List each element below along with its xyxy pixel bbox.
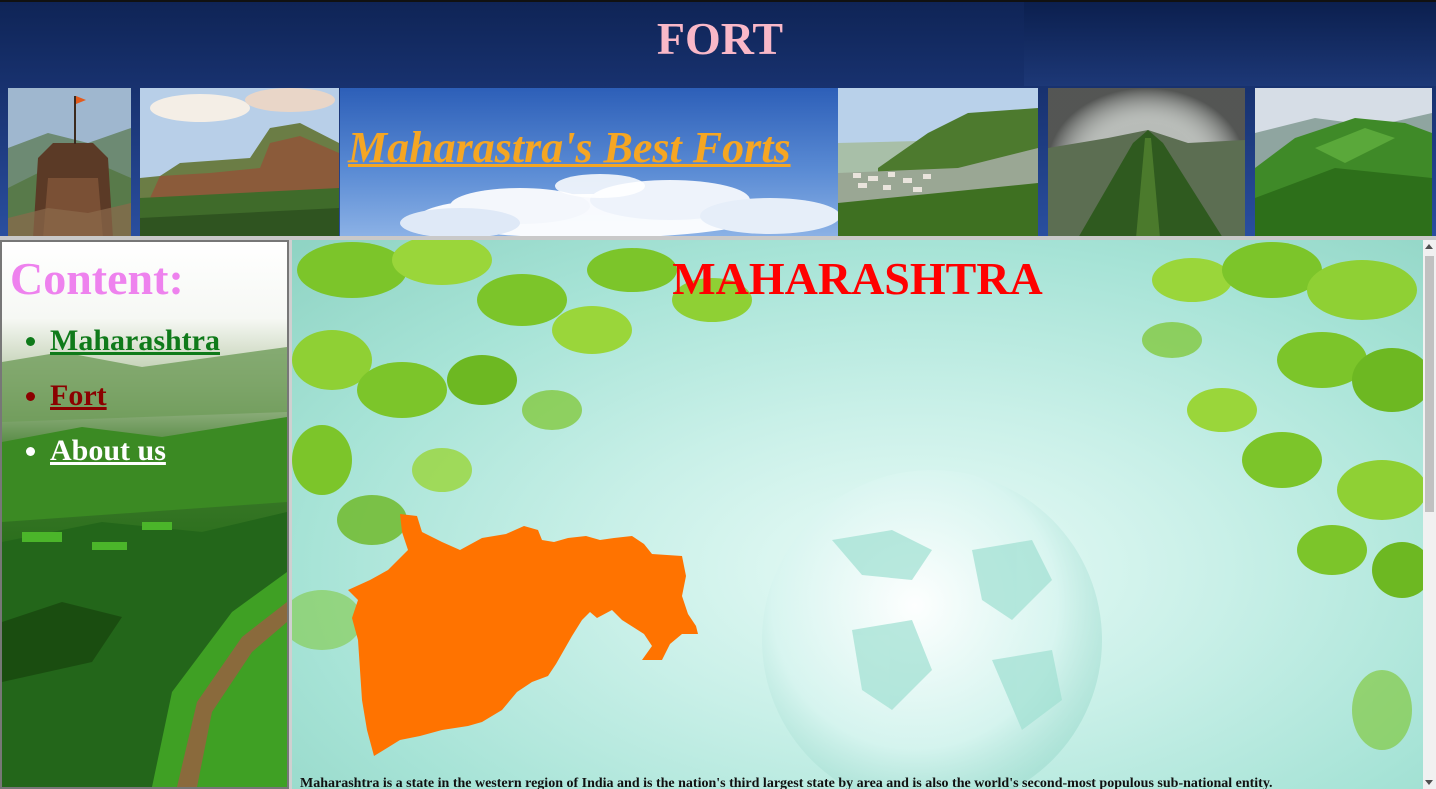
content-heading: Content: [10,253,184,304]
green-hill-photo [1255,88,1432,238]
sidebar: Content: Maharashtra Fort About us [0,240,289,789]
main-content: MAHARASHTRA Maharashtra is a state in th… [292,240,1423,789]
nav-item-maharashtra: Maharashtra [50,322,220,359]
town-hill-photo [838,88,1038,238]
scroll-down-arrow-icon[interactable] [1425,780,1433,785]
vertical-scrollbar[interactable] [1423,240,1436,789]
nav-list: Maharashtra Fort About us [2,322,220,487]
fort-tower-photo [8,88,131,238]
site-header: FORT Maharastra's Best Forts [0,0,1436,238]
nav-link-fort[interactable]: Fort [50,379,107,412]
nav-link-about-us[interactable]: About us [50,434,166,467]
nav-item-about-us: About us [50,432,220,469]
leaves-background [292,240,1423,789]
intro-paragraph: Maharashtra is a state in the western re… [300,776,1273,789]
scroll-up-arrow-icon[interactable] [1425,244,1433,249]
banner-title[interactable]: Maharastra's Best Forts [348,122,791,173]
main-title: MAHARASHTRA [672,253,1043,304]
ridge-trail-photo [1048,88,1245,238]
cliff-fort-photo [140,88,339,238]
scroll-thumb[interactable] [1425,256,1434,512]
maharashtra-map [348,514,698,756]
site-title: FORT [656,13,784,64]
nav-link-maharashtra[interactable]: Maharashtra [50,324,220,357]
header-sky-panel [1024,2,1436,86]
banner: Maharastra's Best Forts [340,88,838,238]
nav-item-fort: Fort [50,377,220,414]
